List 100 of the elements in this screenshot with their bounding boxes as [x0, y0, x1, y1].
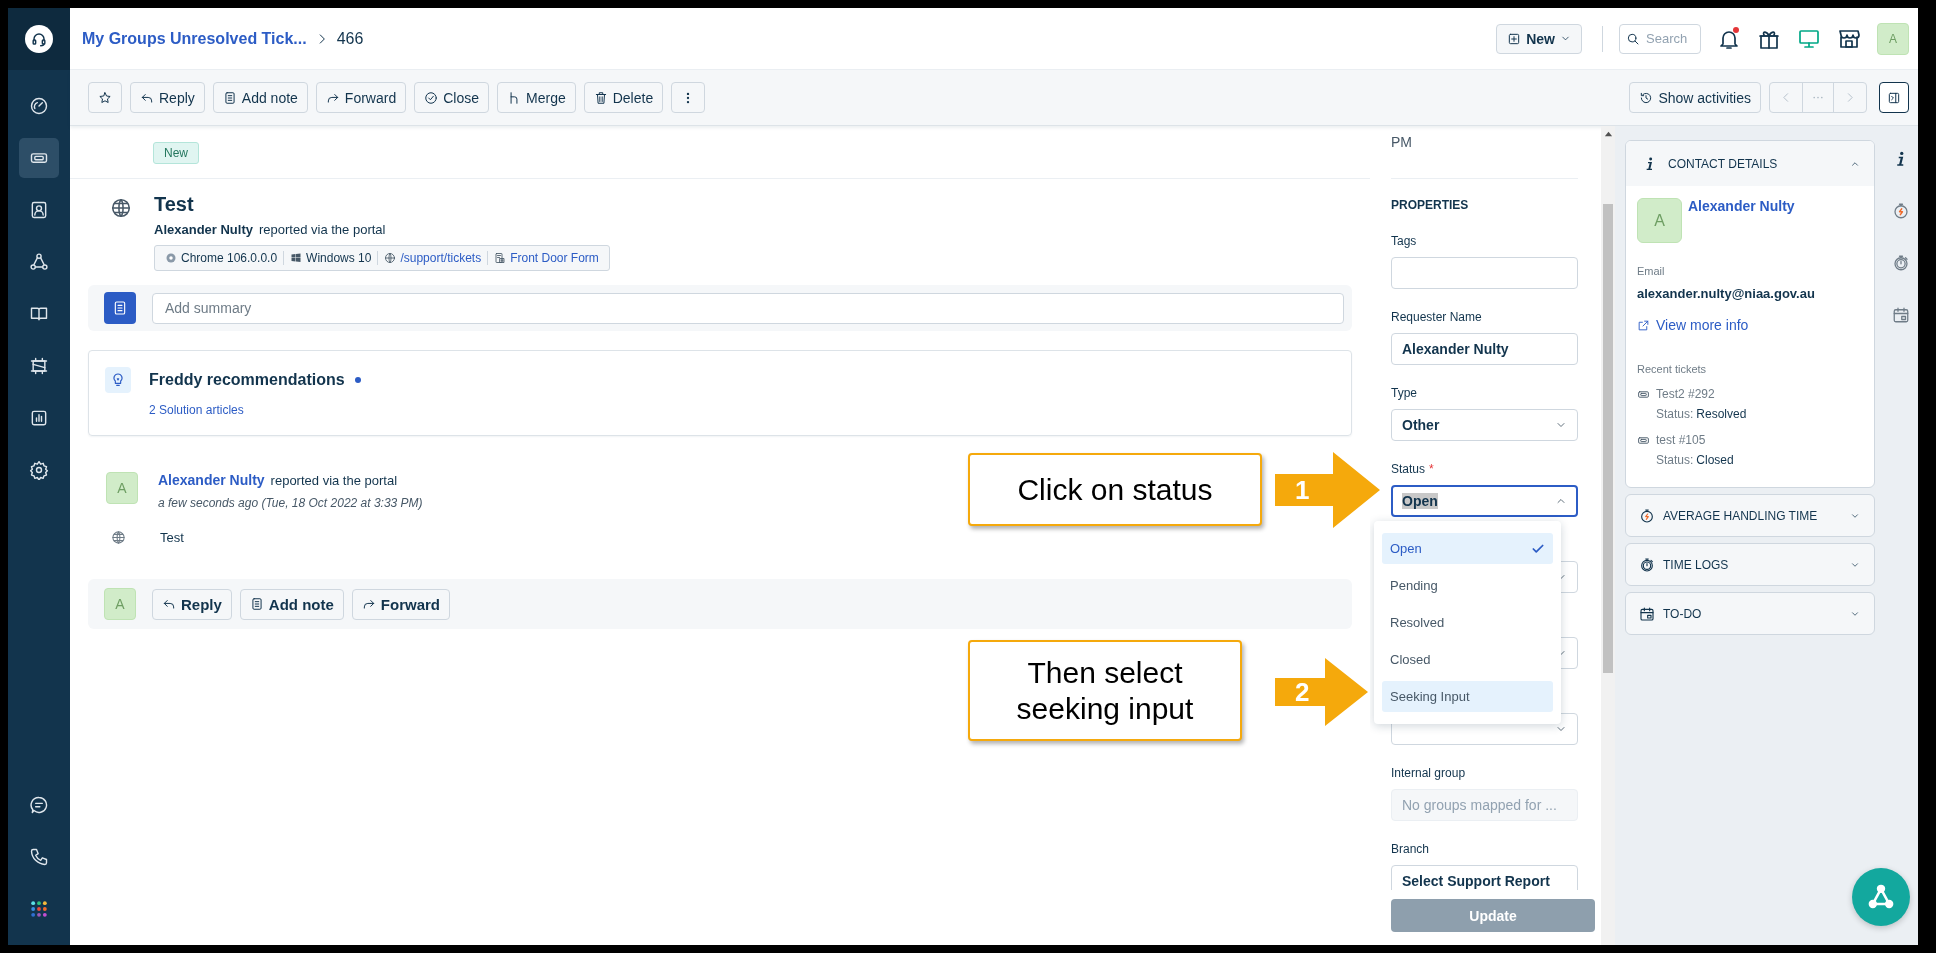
- field-label: Recent tickets: [1637, 363, 1708, 375]
- form-icon: [494, 252, 507, 264]
- panel-toggle-button[interactable]: [1879, 82, 1909, 113]
- trash-icon: [593, 90, 608, 105]
- email-text: alexander.nulty@niaa.gov.au: [1637, 286, 1816, 301]
- delete-button[interactable]: Delete: [583, 82, 664, 113]
- calendar-icon: [1639, 605, 1655, 622]
- field-label: Email: [1637, 265, 1666, 277]
- globe-icon: [110, 197, 132, 219]
- stopwatch-bolt-icon[interactable]: [1891, 202, 1910, 220]
- star-button[interactable]: [88, 82, 122, 113]
- menu-option[interactable]: Seeking Input: [1382, 681, 1553, 712]
- show-activities-button[interactable]: Show activities: [1629, 82, 1761, 113]
- headset-logo-icon: [25, 25, 53, 53]
- field-label: Branch: [1391, 841, 1430, 857]
- notification-bell-icon[interactable]: [1717, 26, 1741, 51]
- field-label: Tags: [1391, 233, 1417, 249]
- network-icon: [1867, 883, 1895, 911]
- menu-option[interactable]: Pending: [1382, 570, 1553, 601]
- dropdown-field[interactable]: Other: [1391, 409, 1578, 441]
- timestamp: a few seconds ago (Tue, 18 Oct 2022 at 3:33 PM): [158, 496, 423, 510]
- view-more-link[interactable]: View more info: [1656, 317, 1749, 333]
- ticket-icon: [1637, 388, 1650, 401]
- input-field[interactable]: [1391, 257, 1578, 289]
- breadcrumb-link[interactable]: My Groups Unresolved Tick...: [82, 29, 307, 48]
- search-field[interactable]: Search: [1619, 23, 1701, 54]
- globe-icon: [384, 252, 397, 264]
- note-button[interactable]: Add note: [212, 82, 308, 113]
- stopwatch-icon[interactable]: [1891, 254, 1910, 272]
- check-circle-icon: [424, 90, 439, 105]
- collapsible-section[interactable]: TO-DO: [1625, 592, 1875, 635]
- field-label: Status: [1391, 461, 1426, 477]
- meta-text: Windows 10: [306, 251, 372, 265]
- meta-link[interactable]: Front Door Form: [510, 251, 599, 265]
- reported-via-text: reported via the portal: [270, 473, 398, 488]
- required-asterisk: *: [1429, 461, 1434, 477]
- status-value: Closed: [1696, 453, 1734, 467]
- browser-icon: [165, 252, 177, 264]
- forward-button[interactable]: Forward: [315, 82, 407, 113]
- reply-button[interactable]: Reply: [152, 588, 232, 620]
- author-avatar: A: [106, 472, 138, 504]
- collapsible-section[interactable]: TIME LOGS: [1625, 543, 1875, 586]
- contact-name-link[interactable]: Alexander Nulty: [1688, 198, 1795, 214]
- reported-via-text: reported via the portal: [259, 222, 386, 237]
- merge-icon: [507, 90, 521, 105]
- history-icon: [1639, 90, 1654, 105]
- scrollbar-thumb[interactable]: [1603, 204, 1613, 673]
- dots-icon[interactable]: [1802, 83, 1834, 112]
- windows-logo-icon: [290, 252, 303, 264]
- status-label: Status:: [1656, 453, 1694, 467]
- merge-button[interactable]: Merge: [497, 82, 576, 113]
- field-label: Type: [1391, 385, 1417, 401]
- user-avatar: A: [104, 588, 136, 620]
- reply-button[interactable]: Reply: [130, 82, 205, 113]
- card-title: CONTACT DETAILS: [1668, 156, 1778, 171]
- status-value: Resolved: [1696, 407, 1747, 421]
- search-icon: [1626, 31, 1640, 46]
- note-icon: [249, 597, 264, 611]
- step-number: 2: [1295, 679, 1310, 705]
- stopwatch-icon: [1639, 556, 1655, 573]
- note-icon: [104, 292, 136, 324]
- sidebar-ticket-icon[interactable]: [19, 138, 59, 178]
- note-icon: [222, 90, 237, 105]
- author-name-link[interactable]: Alexander Nulty: [158, 472, 265, 488]
- external-link-icon: [1637, 318, 1650, 332]
- callout-box: Then select seeking input: [968, 640, 1242, 741]
- calendar-icon[interactable]: [1891, 306, 1910, 324]
- solution-articles-link[interactable]: 2 Solution articles: [149, 403, 361, 417]
- reporter-name: Alexander Nulty: [154, 222, 253, 237]
- card-title: Freddy recommendations: [149, 371, 345, 389]
- forward-arrow-icon: [361, 597, 376, 611]
- message-text: Test: [160, 530, 184, 545]
- step-number: 1: [1295, 477, 1310, 503]
- ticket-icon: [1637, 434, 1650, 447]
- note-button[interactable]: Add note: [239, 588, 344, 620]
- menu-option[interactable]: Closed: [1382, 644, 1553, 675]
- ticket-link[interactable]: test #105: [1656, 433, 1734, 447]
- meta-link[interactable]: /support/tickets: [400, 251, 482, 265]
- forward-button[interactable]: Forward: [351, 588, 451, 620]
- input-field[interactable]: Select Support Report: [1391, 865, 1578, 890]
- field-label: Internal group: [1391, 765, 1466, 781]
- close-button[interactable]: Close: [414, 82, 489, 113]
- menu-option[interactable]: Open: [1382, 533, 1553, 564]
- new-button[interactable]: New: [1496, 23, 1582, 54]
- menu-option[interactable]: Resolved: [1382, 607, 1553, 638]
- field-label: Requester Name: [1391, 309, 1482, 325]
- callout-box: Click on status: [968, 453, 1262, 526]
- summary-field[interactable]: Add summary: [152, 292, 1344, 324]
- unread-dot: [1733, 26, 1739, 33]
- collapsible-section[interactable]: AVERAGE HANDLING TIME: [1625, 494, 1875, 537]
- dropdown-field[interactable]: Open: [1391, 485, 1578, 517]
- star-icon: [98, 90, 112, 105]
- plus-square-icon: [1507, 31, 1522, 46]
- meta-text: Chrome 106.0.0.0: [181, 251, 278, 265]
- input-field[interactable]: Alexander Nulty: [1391, 333, 1578, 365]
- ticket-link[interactable]: Test2 #292: [1656, 387, 1747, 401]
- stopwatch-bolt-icon: [1639, 507, 1655, 524]
- section-heading: PROPERTIES: [1391, 197, 1470, 213]
- ticket-title: Test: [154, 193, 195, 216]
- scroll-up-icon: [1603, 130, 1613, 139]
